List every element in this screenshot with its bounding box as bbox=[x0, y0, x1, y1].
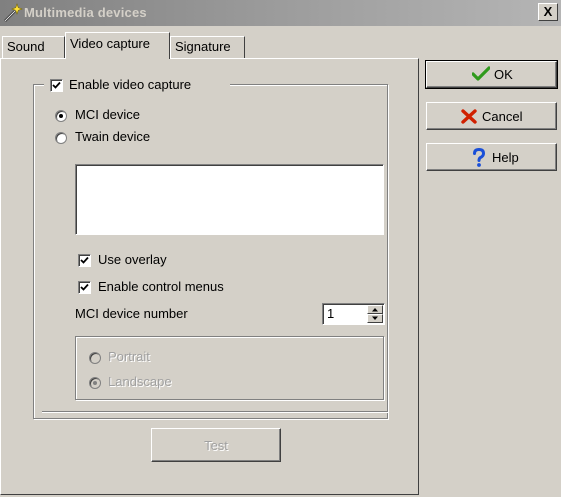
landscape-radio[interactable] bbox=[89, 377, 101, 389]
ok-button[interactable]: OK bbox=[425, 60, 558, 89]
window-title: Multimedia devices bbox=[24, 5, 147, 20]
portrait-label: Portrait bbox=[108, 349, 150, 364]
twain-device-radio[interactable] bbox=[55, 132, 67, 144]
cancel-button-label: Cancel bbox=[482, 109, 523, 124]
enable-control-menus-label: Enable control menus bbox=[98, 279, 224, 294]
orientation-group bbox=[75, 336, 384, 400]
enable-video-capture-checkbox[interactable] bbox=[50, 79, 63, 92]
separator bbox=[42, 411, 388, 413]
spin-down-arrow-icon[interactable] bbox=[367, 314, 383, 323]
mci-device-number-spinner[interactable]: 1 bbox=[322, 303, 385, 325]
tab-video-capture[interactable]: Video capture bbox=[65, 32, 170, 59]
close-button[interactable]: X bbox=[538, 3, 558, 21]
mci-device-radio[interactable] bbox=[55, 110, 67, 122]
spinner-arrows bbox=[367, 305, 383, 323]
tab-sound-label: Sound bbox=[7, 39, 45, 54]
use-overlay-label: Use overlay bbox=[98, 252, 167, 267]
twain-device-label: Twain device bbox=[75, 129, 151, 144]
tab-sound[interactable]: Sound bbox=[2, 36, 65, 58]
blue-question-icon bbox=[472, 147, 486, 171]
tab-video-capture-label: Video capture bbox=[70, 36, 150, 51]
title-bar[interactable]: Multimedia devices X bbox=[0, 0, 561, 26]
tab-signature-label: Signature bbox=[175, 39, 231, 54]
mci-device-label: MCI device bbox=[75, 107, 141, 122]
enable-video-capture-label: Enable video capture bbox=[69, 77, 192, 92]
use-overlay-checkbox[interactable] bbox=[78, 254, 91, 267]
spin-up-arrow-icon[interactable] bbox=[367, 305, 383, 314]
landscape-label: Landscape bbox=[108, 374, 172, 389]
red-x-icon bbox=[461, 109, 477, 127]
enable-control-menus-checkbox[interactable] bbox=[78, 281, 91, 294]
multimedia-wand-icon bbox=[3, 3, 23, 23]
green-check-icon bbox=[471, 66, 491, 85]
portrait-radio[interactable] bbox=[89, 352, 101, 364]
device-list-box[interactable] bbox=[75, 164, 384, 235]
mci-device-number-value: 1 bbox=[327, 306, 335, 321]
test-button[interactable]: Test bbox=[151, 428, 281, 462]
test-button-label: Test bbox=[204, 438, 228, 453]
ok-button-label: OK bbox=[494, 67, 513, 82]
help-button[interactable]: Help bbox=[426, 143, 557, 171]
cancel-button[interactable]: Cancel bbox=[426, 102, 557, 130]
help-button-label: Help bbox=[492, 150, 519, 165]
mci-device-number-label: MCI device number bbox=[75, 306, 188, 321]
tab-signature[interactable]: Signature bbox=[170, 36, 245, 58]
